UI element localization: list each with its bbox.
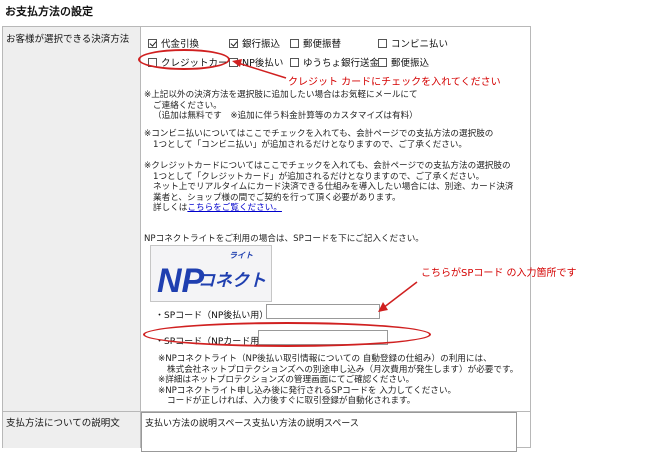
annotation-credit-card-text: クレジット カードにチェックを入れてください [288,77,501,88]
arrow-sp-code-icon [382,281,418,309]
arrowhead-credit-card-icon [232,59,242,67]
annotation-arrows [232,59,418,312]
arrow-credit-card-icon [237,62,287,79]
arrowhead-sp-code-icon [378,302,388,312]
annotation-sp-code-text: こちらがSPコード の入力箇所です [421,268,577,279]
